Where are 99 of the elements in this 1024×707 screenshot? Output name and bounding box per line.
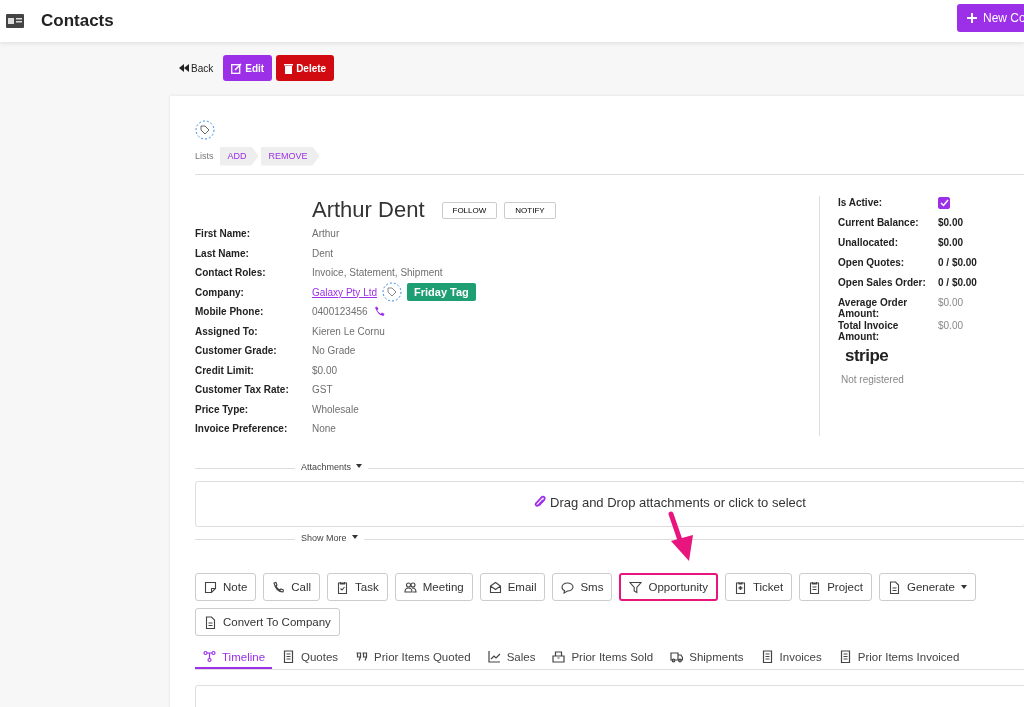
dropzone-text: Drag and Drop attachments or click to select: [550, 494, 806, 510]
summary-value: $0.00: [938, 297, 964, 308]
field-label: Mobile Phone:: [195, 306, 265, 318]
quote-icon: [355, 650, 369, 663]
company-link[interactable]: Galaxy Pty Ltd: [312, 286, 378, 298]
list-action-button[interactable]: REMOVE: [260, 146, 320, 166]
tab[interactable]: Quotes: [275, 650, 346, 669]
tag-label: Friday Tag: [407, 283, 476, 302]
edit-button[interactable]: Edit: [223, 55, 273, 81]
email-icon: [488, 580, 502, 594]
field-label: Credit Limit:: [195, 364, 255, 376]
follow-button[interactable]: FOLLOW: [441, 201, 498, 219]
doc-icon: [282, 650, 296, 663]
tab[interactable]: Prior Items Invoiced: [831, 650, 967, 669]
summary-value: $0.00: [938, 217, 964, 228]
page-title: Contacts: [41, 11, 114, 31]
activity-button[interactable]: Opportunity: [619, 573, 718, 601]
box-icon: [552, 650, 566, 663]
field-value: No Grade: [312, 345, 356, 357]
summary-label: Open Sales Order:: [838, 277, 927, 288]
field-label: Contact Roles:: [195, 267, 267, 279]
summary-value: 0 / $0.00: [938, 277, 977, 288]
summary-value: $0.00: [938, 320, 964, 331]
activity-button[interactable]: Meeting: [394, 573, 473, 601]
tab[interactable]: Shipments: [663, 650, 751, 669]
contact-card-icon: [6, 14, 24, 28]
paperclip-icon: [534, 495, 547, 509]
summary-label: Average Order Amount:: [838, 297, 909, 319]
field-label: Customer Grade:: [195, 345, 278, 357]
activity-button[interactable]: Call: [263, 573, 321, 601]
show-more-toggle[interactable]: Show More: [295, 533, 364, 543]
back-button[interactable]: Back: [179, 62, 220, 74]
tag-icon[interactable]: [195, 120, 215, 140]
field-label: Last Name:: [195, 247, 250, 259]
stripe-logo: stripe: [845, 346, 889, 366]
tab[interactable]: Invoices: [753, 650, 829, 669]
field-value: Arthur: [312, 228, 340, 240]
tab[interactable]: Sales: [480, 650, 543, 669]
activity-button[interactable]: Project: [799, 573, 872, 601]
activity-button[interactable]: Note: [195, 573, 257, 601]
field-label: Customer Tax Rate:: [195, 384, 290, 396]
rewind-icon: [179, 64, 189, 72]
field-value: Wholesale: [312, 403, 359, 415]
note-icon: [204, 580, 217, 594]
activity-button[interactable]: Generate: [878, 573, 976, 601]
summary-value: $0.00: [938, 237, 964, 248]
field-label: Price Type:: [195, 403, 250, 415]
doc-icon: [204, 615, 217, 629]
lists-label: Lists: [195, 151, 214, 161]
task-icon: [336, 580, 350, 594]
tag-icon[interactable]: [382, 282, 403, 303]
activity-button[interactable]: Convert To Company: [195, 608, 340, 636]
summary-label: Total Invoice Amount:: [838, 320, 900, 342]
doc-icon: [887, 580, 901, 594]
field-value: Invoice, Statement, Shipment: [312, 267, 443, 279]
summary-label: Unallocated:: [838, 237, 899, 248]
summary-label: Is Active:: [838, 197, 884, 208]
timeline-icon: [203, 650, 216, 663]
meeting-icon: [403, 580, 417, 594]
field-value: GST: [312, 384, 333, 396]
activity-button[interactable]: Task: [327, 573, 388, 601]
delete-button[interactable]: Delete: [276, 55, 335, 81]
summary-value: 0 / $0.00: [938, 257, 977, 268]
funnel-icon: [629, 580, 643, 594]
doc-icon: [760, 650, 774, 663]
field-label: First Name:: [195, 228, 251, 240]
activity-button[interactable]: Sms: [552, 573, 613, 601]
field-value: 0400123456: [312, 306, 368, 318]
activity-button[interactable]: Email: [479, 573, 546, 601]
field-label: Invoice Preference:: [195, 423, 289, 435]
phone-icon[interactable]: [373, 306, 385, 318]
summary-label: Current Balance:: [838, 217, 920, 228]
doc-icon: [838, 650, 852, 663]
tab[interactable]: Prior Items Sold: [545, 650, 661, 669]
field-value: Kieren Le Cornu: [312, 325, 385, 337]
field-label: Company:: [195, 286, 245, 298]
field-label: Assigned To:: [195, 325, 259, 337]
tab[interactable]: Timeline: [195, 650, 273, 669]
sms-icon: [561, 580, 575, 594]
trash-icon: [284, 62, 294, 74]
stripe-status: Not registered: [841, 374, 904, 385]
ticket-icon: [733, 580, 747, 594]
list-action-button[interactable]: ADD: [219, 146, 259, 166]
call-icon: [272, 580, 286, 594]
follow-button[interactable]: NOTIFY: [504, 201, 556, 219]
chart-icon: [487, 650, 501, 663]
contact-name: Arthur Dent: [312, 197, 425, 223]
attachment-dropzone[interactable]: Drag and Drop attachments or click to select: [195, 481, 1024, 527]
tab[interactable]: Prior Items Quoted: [348, 650, 478, 669]
attachments-toggle[interactable]: Attachments: [295, 462, 369, 472]
truck-icon: [670, 650, 684, 663]
field-value: Dent: [312, 247, 334, 259]
activity-button[interactable]: Ticket: [724, 573, 793, 601]
field-value: None: [312, 423, 336, 435]
active-checkbox[interactable]: [938, 197, 950, 209]
edit-icon: [231, 62, 243, 74]
field-value: $0.00: [312, 364, 338, 376]
project-icon: [808, 580, 822, 594]
summary-label: Open Quotes:: [838, 257, 906, 268]
